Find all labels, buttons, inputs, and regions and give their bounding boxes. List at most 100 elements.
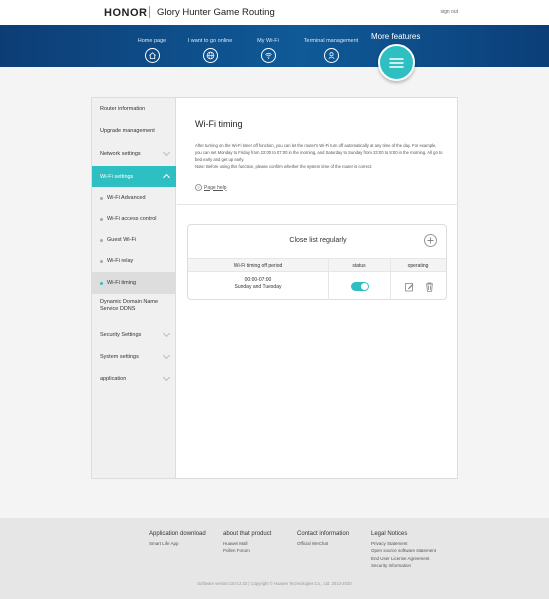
table-header: Wi-Fi timing off period status operating bbox=[188, 258, 446, 272]
column-header-operating: operating bbox=[407, 263, 429, 269]
sidebar-item-system[interactable]: System settings bbox=[92, 346, 176, 368]
schedule-card: Close list regularly Wi-Fi timing off pe… bbox=[187, 224, 447, 300]
nav-terminal-label: Terminal management bbox=[303, 38, 359, 44]
footer-link[interactable]: Smart Life App bbox=[149, 540, 206, 547]
edit-icon[interactable] bbox=[404, 281, 414, 292]
sidebar-item-upgrade[interactable]: Upgrade management bbox=[92, 120, 176, 142]
page-help-label: Page help bbox=[204, 184, 227, 191]
toggle-knob bbox=[361, 283, 368, 290]
bullet-icon bbox=[100, 239, 103, 242]
footer-col-legal: Legal Notices Privacy Statement Open sou… bbox=[371, 531, 436, 569]
footer-heading: Legal Notices bbox=[371, 531, 408, 537]
bullet-icon bbox=[100, 197, 103, 200]
chevron-down-icon bbox=[162, 351, 171, 360]
bullet-icon bbox=[100, 260, 103, 263]
sidebar-item-label: Guest Wi-Fi bbox=[107, 237, 137, 243]
table-row: 00:00-07:00 Sunday and Tuesday bbox=[188, 277, 328, 291]
nav-online[interactable]: I want to go online bbox=[184, 38, 236, 63]
description-note: Note: Before using this function, please… bbox=[195, 164, 373, 169]
card-title: Close list regularly bbox=[289, 237, 347, 244]
sidebar-item-application[interactable]: application bbox=[92, 368, 176, 390]
plus-icon bbox=[427, 237, 434, 244]
footer-heading: Contact information bbox=[297, 531, 350, 537]
nav-home-label: Home page bbox=[137, 38, 167, 44]
sidebar-item-label: Network settings bbox=[100, 151, 141, 157]
row-days: Sunday and Tuesday bbox=[234, 284, 282, 290]
page-description: After turning on the Wi-Fi timer off fun… bbox=[195, 142, 443, 170]
bullet-icon bbox=[100, 282, 103, 285]
more-features-label[interactable]: More features bbox=[371, 32, 420, 41]
footer-col-download: Application download Smart Life App bbox=[149, 531, 206, 547]
sidebar-item-ddns[interactable]: Dynamic Domain Name Service DDNS bbox=[92, 296, 176, 320]
description-text: After turning on the Wi-Fi timer off fun… bbox=[195, 143, 443, 162]
column-header-period: Wi-Fi timing off period bbox=[233, 263, 283, 269]
footer-heading: about that product bbox=[223, 531, 272, 537]
sidebar: Router information Upgrade management Ne… bbox=[92, 98, 176, 478]
help-icon: ? bbox=[195, 184, 202, 191]
footer-link[interactable]: Security Information bbox=[371, 562, 436, 569]
top-bar: HONOR Glory Hunter Game Routing sign out bbox=[0, 0, 549, 25]
sidebar-item-wifi-advanced[interactable]: Wi-Fi Advanced bbox=[92, 188, 176, 209]
column-divider bbox=[390, 258, 391, 300]
sidebar-item-wifi-relay[interactable]: Wi-Fi relay bbox=[92, 251, 176, 272]
sidebar-item-label: Wi-Fi relay bbox=[107, 258, 134, 264]
sidebar-item-label: Dynamic Domain Name Service DDNS bbox=[100, 299, 159, 312]
add-schedule-button[interactable] bbox=[424, 234, 437, 247]
chevron-down-icon bbox=[162, 148, 171, 157]
sidebar-item-label: Router information bbox=[100, 106, 146, 112]
copyright-text: Software version:10.0.2.33 | Copyright ©… bbox=[197, 581, 352, 586]
bullet-icon bbox=[100, 218, 103, 221]
user-icon bbox=[323, 48, 339, 63]
sidebar-item-label: Wi-Fi access control bbox=[107, 216, 157, 222]
sidebar-item-wifi-settings[interactable]: Wi-Fi settings bbox=[92, 166, 176, 187]
nav-online-label: I want to go online bbox=[187, 38, 233, 44]
sidebar-item-label: Wi-Fi settings bbox=[100, 174, 134, 180]
delete-icon[interactable] bbox=[424, 281, 434, 292]
column-divider bbox=[328, 258, 329, 300]
main-nav: Home page I want to go online My Wi-Fi T… bbox=[0, 25, 549, 67]
home-icon bbox=[144, 48, 160, 63]
sidebar-item-wifi-access-control[interactable]: Wi-Fi access control bbox=[92, 209, 176, 230]
row-time: 00:00-07:00 bbox=[244, 277, 272, 283]
sidebar-item-label: Upgrade management bbox=[100, 128, 155, 134]
sign-out-link[interactable]: sign out bbox=[440, 9, 458, 15]
footer-col-contact: Contact information Official WeChat bbox=[297, 531, 349, 547]
sidebar-item-guest-wifi[interactable]: Guest Wi-Fi bbox=[92, 230, 176, 251]
sidebar-item-network[interactable]: Network settings bbox=[92, 143, 176, 165]
footer-link[interactable]: End User License Agreement bbox=[371, 555, 436, 562]
footer-link[interactable]: Official WeChat bbox=[297, 540, 349, 547]
page-title: Wi-Fi timing bbox=[195, 119, 243, 129]
sidebar-item-label: Wi-Fi timing bbox=[107, 280, 137, 286]
chevron-down-icon bbox=[162, 373, 171, 382]
chevron-up-icon bbox=[162, 173, 171, 182]
footer-link[interactable]: Pollen Forum bbox=[223, 547, 271, 554]
status-toggle[interactable] bbox=[351, 282, 369, 291]
sidebar-item-label: Security Settings bbox=[100, 332, 142, 338]
footer-heading: Application download bbox=[149, 531, 206, 537]
sidebar-item-security[interactable]: Security Settings bbox=[92, 324, 176, 346]
column-header-status: status bbox=[352, 263, 366, 269]
sidebar-item-wifi-timing[interactable]: Wi-Fi timing bbox=[92, 272, 176, 294]
wifi-icon bbox=[260, 48, 276, 63]
sidebar-item-label: System settings bbox=[100, 354, 139, 360]
footer-link[interactable]: Privacy Statement bbox=[371, 540, 436, 547]
nav-home[interactable]: Home page bbox=[134, 38, 170, 63]
page-help-link[interactable]: ? Page help bbox=[195, 184, 227, 191]
nav-mywifi-label: My Wi-Fi bbox=[257, 38, 279, 44]
sidebar-item-label: application bbox=[100, 376, 127, 382]
sidebar-item-label: Wi-Fi Advanced bbox=[107, 195, 146, 201]
logo-divider bbox=[149, 6, 150, 18]
product-name: Glory Hunter Game Routing bbox=[157, 7, 275, 18]
footer-col-product: about that product Huawei Mall Pollen Fo… bbox=[223, 531, 271, 555]
nav-terminal[interactable]: Terminal management bbox=[301, 38, 361, 63]
sidebar-item-router-info[interactable]: Router information bbox=[92, 98, 176, 120]
footer: Application download Smart Life App abou… bbox=[0, 518, 549, 599]
nav-mywifi[interactable]: My Wi-Fi bbox=[254, 38, 282, 63]
section-divider bbox=[177, 204, 458, 205]
settings-panel: Router information Upgrade management Ne… bbox=[91, 97, 458, 479]
menu-icon[interactable] bbox=[378, 44, 415, 81]
chevron-down-icon bbox=[162, 329, 171, 338]
footer-link[interactable]: Huawei Mall bbox=[223, 540, 271, 547]
footer-link[interactable]: Open source software statement bbox=[371, 547, 436, 554]
globe-icon bbox=[202, 48, 218, 63]
